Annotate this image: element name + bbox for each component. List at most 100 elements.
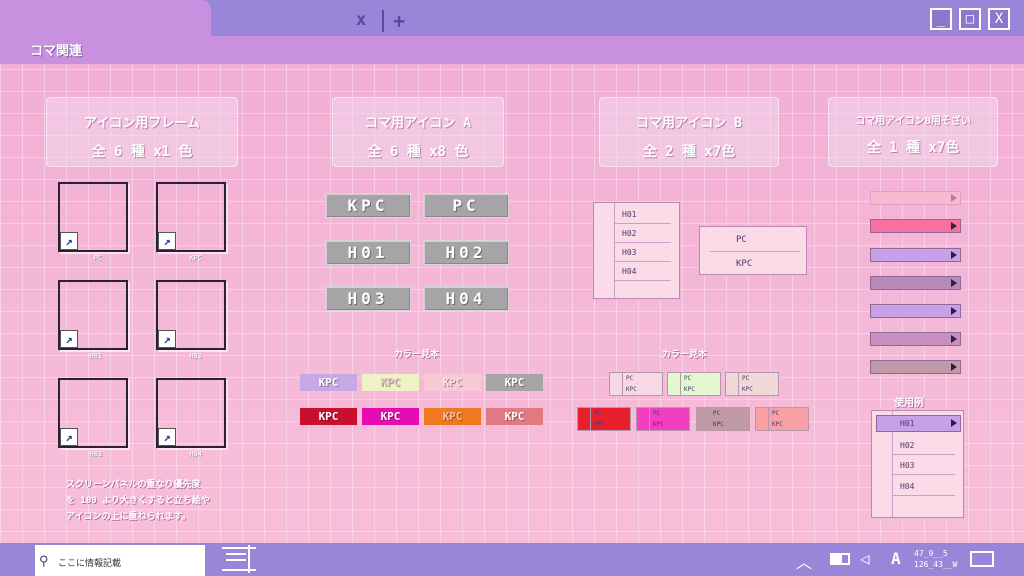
clock-line: 47_9__5 (914, 549, 948, 558)
swatch: KPC (486, 374, 543, 391)
mini-sample: PC KPC (577, 407, 631, 431)
mini-sample: PC KPC (667, 372, 721, 396)
swatch: KPC (300, 408, 357, 425)
color-sample-title: カラー見本 (662, 350, 708, 360)
badge-h03: H03 (325, 286, 411, 311)
mini-label: PC (772, 410, 780, 417)
list-item: H01 (900, 419, 915, 428)
mini-label: KPC (594, 421, 605, 428)
close-button[interactable]: X (988, 8, 1010, 30)
page-title: コマ関連 (30, 44, 83, 59)
list-pc: PC KPC (699, 226, 807, 275)
arrow-icon: ↗ (158, 330, 176, 348)
search-icon: ⚲ (39, 554, 49, 569)
arrow-right-icon (951, 307, 957, 315)
panel-icon-b-title: コマ用アイコン B (635, 116, 742, 131)
mini-label: PC (713, 410, 721, 417)
arrow-icon: ↗ (158, 428, 176, 446)
icon-frame-kpc: ↗ (156, 182, 226, 252)
tag-sample (870, 219, 961, 233)
icon-frame-h04: ↗ (156, 378, 226, 448)
list-item: H02 (614, 224, 671, 243)
mini-sample: PC KPC (725, 372, 779, 396)
arrow-right-icon (951, 279, 957, 287)
maximize-button[interactable]: □ (959, 8, 981, 30)
mini-label: PC (653, 410, 661, 417)
tab-close-button[interactable]: x (356, 10, 366, 30)
arrow-icon: ↗ (60, 330, 78, 348)
swatch: KPC (486, 408, 543, 425)
mini-sample: PC KPC (755, 407, 809, 431)
list-item: H03 (892, 456, 955, 475)
panel-icon-a-count: 全 6 種 x8 色 (367, 144, 469, 160)
mini-label: PC (626, 375, 634, 382)
panel-icon-b-sub: コマ用アイコンB用そざい 全 1 種 x7色 (828, 97, 998, 167)
header-bar (0, 36, 1024, 64)
tag-sample (870, 191, 961, 205)
usage-title: 使用例 (894, 398, 924, 409)
arrow-icon: ↗ (60, 232, 78, 250)
annotation-line: を 100 より大きくすると立ち絵や (66, 496, 210, 506)
usage-list: H01 H02 H03 H04 (871, 410, 964, 518)
volume-icon[interactable]: ◁ (860, 549, 870, 568)
panel-icon-frame-title: アイコン用フレーム (84, 116, 200, 131)
list-item: H01 (614, 205, 671, 224)
list-item: PC (710, 228, 800, 252)
arrow-right-icon (951, 251, 957, 259)
new-tab-button[interactable]: + (393, 9, 405, 33)
panel-icon-a-title: コマ用アイコン A (364, 116, 471, 131)
battery-icon[interactable] (830, 553, 850, 565)
list-h: H01 H02 H03 H04 (593, 202, 680, 299)
panel-icon-b-sub-count: 全 1 種 x7色 (866, 140, 960, 156)
tag-sample (870, 276, 961, 290)
list-item: H02 (892, 436, 955, 455)
swatch: KPC (362, 374, 419, 391)
chevron-up-icon[interactable]: ︿ (796, 549, 812, 573)
search-placeholder: ここに情報記載 (58, 559, 122, 569)
notification-icon[interactable] (970, 551, 994, 567)
panel-icon-frame-count: 全 6 種 x1 色 (91, 144, 193, 160)
mini-label: KPC (742, 386, 753, 393)
badge-h02: H02 (423, 240, 509, 265)
tag-sample (870, 304, 961, 318)
arrow-icon: ↗ (158, 232, 176, 250)
mini-label: PC (684, 375, 692, 382)
annotation-line: アイコンの上に重ねられます。 (66, 512, 191, 522)
clock[interactable]: 47_9__5 126_43__W (914, 548, 957, 570)
icon-frame-h03: ↗ (58, 378, 128, 448)
ime-indicator[interactable]: A (891, 549, 901, 568)
mini-label: KPC (713, 421, 724, 428)
frame-label: H01 (89, 352, 102, 360)
mini-label: KPC (653, 421, 664, 428)
list-item: H04 (614, 262, 671, 281)
color-sample-title: カラー見本 (394, 350, 440, 360)
list-item: H04 (892, 477, 955, 496)
minimize-button[interactable]: _ (930, 8, 952, 30)
frame-label: PC (93, 254, 102, 262)
badge-kpc: KPC (325, 193, 411, 218)
mini-label: PC (742, 375, 750, 382)
panel-icon-b-count: 全 2 種 x7色 (642, 144, 736, 160)
task-view-icon[interactable] (222, 545, 256, 573)
panel-icon-frame: アイコン用フレーム 全 6 種 x1 色 (46, 97, 238, 167)
tag-sample (870, 332, 961, 346)
list-item: H03 (614, 243, 671, 262)
panel-icon-a: コマ用アイコン A 全 6 種 x8 色 (332, 97, 504, 167)
mini-sample: PC KPC (696, 407, 750, 431)
badge-h04: H04 (423, 286, 509, 311)
swatch: KPC (424, 374, 481, 391)
arrow-right-icon (951, 335, 957, 343)
badge-h01: H01 (325, 240, 411, 265)
mini-sample: PC KPC (609, 372, 663, 396)
icon-frame-h01: ↗ (58, 280, 128, 350)
annotation: スクリーンパネルの重なり優先度 を 100 より大きくすると立ち絵や アイコンの… (66, 477, 210, 525)
arrow-icon: ↗ (60, 428, 78, 446)
frame-label: H03 (89, 450, 102, 458)
panel-icon-b: コマ用アイコン B 全 2 種 x7色 (599, 97, 779, 167)
badge-pc: PC (423, 193, 509, 218)
annotation-line: スクリーンパネルの重なり優先度 (66, 480, 201, 490)
frame-label: H04 (189, 450, 202, 458)
swatch: KPC (362, 408, 419, 425)
active-tab[interactable] (0, 0, 211, 40)
list-item: KPC (736, 259, 753, 269)
